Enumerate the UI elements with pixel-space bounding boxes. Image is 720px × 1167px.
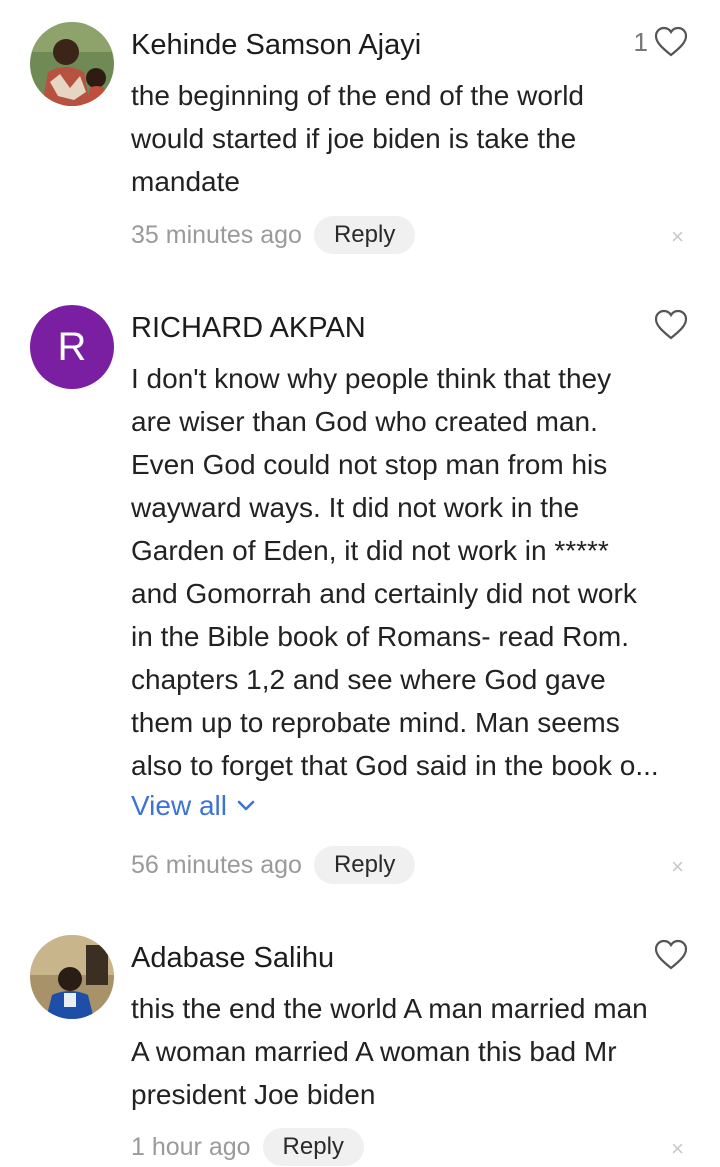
timestamp: 35 minutes ago	[131, 220, 302, 249]
comment-item: R RICHARD AKPAN I don't know why people …	[0, 290, 720, 920]
like-control[interactable]: 1	[634, 26, 688, 58]
user-photo-icon	[30, 22, 114, 106]
comment-line: the beginning of the end of the world	[131, 80, 585, 111]
comment-author[interactable]: RICHARD AKPAN	[131, 310, 366, 346]
comment-text: I don't know why people think that they …	[131, 357, 691, 787]
chevron-down-icon	[237, 800, 255, 811]
comment-line: them up to reprobate mind. Man seems	[131, 707, 620, 738]
comment-meta: 35 minutes ago Reply	[131, 216, 416, 254]
close-icon[interactable]: ×	[671, 856, 684, 878]
comment-author[interactable]: Kehinde Samson Ajayi	[131, 27, 421, 63]
heart-icon[interactable]	[654, 939, 688, 971]
avatar[interactable]	[30, 935, 114, 1019]
close-icon[interactable]: ×	[671, 1138, 684, 1160]
comment-line: and Gomorrah and certainly did not work	[131, 578, 637, 609]
heart-icon[interactable]	[654, 309, 688, 341]
heart-icon[interactable]	[654, 26, 688, 58]
user-photo-icon	[30, 935, 114, 1019]
reply-button[interactable]: Reply	[313, 846, 416, 884]
comment-line: Garden of Eden, it did not work in *****	[131, 535, 609, 566]
like-control[interactable]	[654, 309, 688, 341]
avatar[interactable]	[30, 22, 114, 106]
view-all-link[interactable]: View all	[131, 790, 255, 822]
comment-line: would started if joe biden is take the	[131, 123, 577, 154]
reply-button[interactable]: Reply	[262, 1128, 364, 1166]
comment-line: are wiser than God who created man.	[131, 406, 598, 437]
comment-text: this the end the world A man married man…	[131, 987, 691, 1116]
comment-meta: 56 minutes ago Reply	[131, 846, 416, 884]
comment-meta: 1 hour ago Reply	[131, 1128, 364, 1166]
comment-line: I don't know why people think that they	[131, 363, 612, 394]
comment-line: also to forget that God said in the book…	[131, 750, 659, 781]
avatar[interactable]: R	[30, 305, 114, 389]
comment-author[interactable]: Adabase Salihu	[131, 940, 334, 976]
reply-button[interactable]: Reply	[313, 216, 416, 254]
comment-line: in the Bible book of Romans- read Rom.	[131, 621, 630, 652]
like-count: 1	[633, 26, 648, 57]
comment-item: Kehinde Samson Ajayi 1 the beginning of …	[0, 0, 720, 290]
comment-line: Even God could not stop man from his	[131, 449, 608, 480]
view-all-label: View all	[131, 790, 227, 821]
like-control[interactable]	[654, 939, 688, 971]
timestamp: 56 minutes ago	[131, 850, 302, 879]
comment-item: Adabase Salihu this the end the world A …	[0, 920, 720, 1167]
timestamp: 1 hour ago	[131, 1132, 251, 1161]
comment-line: this the end the world A man married man	[131, 993, 648, 1024]
comment-line: A woman married A woman this bad Mr	[131, 1036, 617, 1067]
comment-line: wayward ways. It did not work in the	[131, 492, 580, 523]
comment-line: president Joe biden	[131, 1079, 376, 1110]
close-icon[interactable]: ×	[671, 226, 684, 248]
comment-line: mandate	[131, 166, 240, 197]
comment-text: the beginning of the end of the world wo…	[131, 74, 691, 203]
comment-line: chapters 1,2 and see where God gave	[131, 664, 606, 695]
